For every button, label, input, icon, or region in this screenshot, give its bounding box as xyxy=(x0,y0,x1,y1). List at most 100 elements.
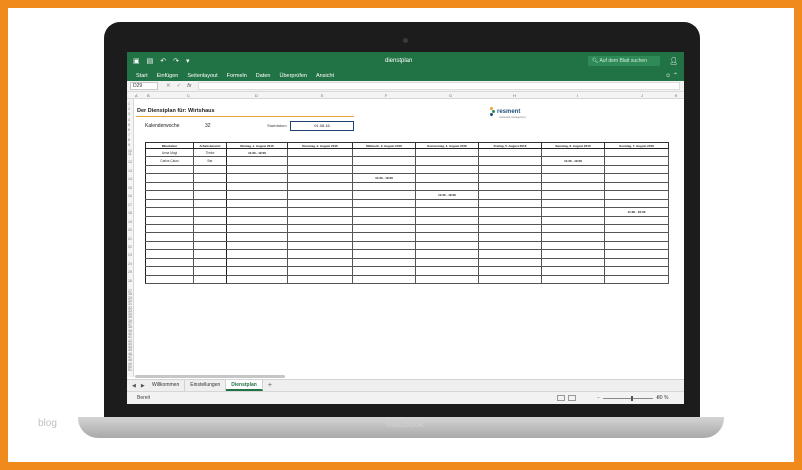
shift-cell[interactable] xyxy=(604,223,669,234)
shift-cell[interactable] xyxy=(287,215,353,225)
shift-cell[interactable] xyxy=(352,274,416,285)
shift-cell[interactable] xyxy=(415,257,479,268)
row-header[interactable]: 11 xyxy=(128,152,132,156)
tab-einstellungen[interactable]: Einstellungen xyxy=(185,380,227,391)
shift-cell[interactable] xyxy=(604,266,669,276)
shift-cell[interactable] xyxy=(604,249,669,259)
save-icon[interactable]: ▤ xyxy=(147,57,154,65)
shift-cell[interactable] xyxy=(604,257,669,268)
row-header[interactable]: 21 xyxy=(128,237,132,241)
zoom-slider[interactable] xyxy=(602,395,653,401)
shift-cell[interactable] xyxy=(604,240,669,251)
row-header[interactable]: 1 xyxy=(128,102,130,106)
shift-cell[interactable] xyxy=(415,223,479,234)
customize-icon[interactable]: ▾ xyxy=(186,57,190,65)
shift-cell[interactable] xyxy=(415,266,479,276)
shift-cell[interactable] xyxy=(352,257,416,268)
shift-cell[interactable] xyxy=(226,181,288,192)
row-header[interactable]: 13 xyxy=(128,169,132,173)
column-header[interactable]: J xyxy=(641,93,643,98)
shift-cell[interactable] xyxy=(415,232,479,242)
normal-view-icon[interactable] xyxy=(557,395,565,401)
shift-cell[interactable] xyxy=(478,147,542,158)
shift-cell[interactable] xyxy=(604,164,669,175)
row-header[interactable]: 5 xyxy=(128,123,130,127)
shift-cell[interactable] xyxy=(541,232,605,242)
undo-icon[interactable]: ↶ xyxy=(160,57,166,65)
column-header[interactable]: K xyxy=(675,93,678,98)
area-cell[interactable] xyxy=(193,198,227,209)
shift-cell[interactable] xyxy=(352,190,416,200)
row-header[interactable]: 25 xyxy=(128,270,132,274)
employee-cell[interactable] xyxy=(145,223,194,234)
shift-cell[interactable] xyxy=(478,240,542,251)
area-cell[interactable] xyxy=(193,181,227,192)
shift-cell[interactable] xyxy=(287,257,353,268)
employee-cell[interactable] xyxy=(145,173,194,183)
employee-cell[interactable] xyxy=(145,232,194,242)
row-header[interactable]: 3 xyxy=(128,112,130,116)
row-header[interactable]: 8 xyxy=(128,138,130,142)
shift-cell[interactable] xyxy=(604,190,669,200)
shift-cell[interactable] xyxy=(226,257,288,268)
area-cell[interactable] xyxy=(193,190,227,200)
employee-cell[interactable] xyxy=(145,190,194,200)
employee-cell[interactable] xyxy=(145,274,194,285)
tab-willkommen[interactable]: Willkommen xyxy=(147,380,186,391)
area-cell[interactable] xyxy=(193,274,227,285)
shift-cell[interactable] xyxy=(541,181,605,192)
row-header[interactable]: 17 xyxy=(128,203,132,207)
row-header[interactable]: 6 xyxy=(128,128,130,132)
shift-cell[interactable] xyxy=(478,274,542,285)
row-header[interactable]: 23 xyxy=(128,253,132,257)
row-header[interactable]: 22 xyxy=(128,245,132,249)
shift-cell[interactable] xyxy=(226,198,288,209)
employee-cell[interactable] xyxy=(145,164,194,175)
shift-cell[interactable] xyxy=(226,266,288,276)
shift-cell[interactable] xyxy=(541,147,605,158)
shift-cell[interactable] xyxy=(415,156,479,166)
row-header[interactable]: 15 xyxy=(128,186,132,190)
shift-cell[interactable] xyxy=(415,198,479,209)
area-cell[interactable] xyxy=(193,215,227,225)
shift-cell[interactable] xyxy=(287,181,353,192)
shift-cell[interactable] xyxy=(415,147,479,158)
sidebar-icon[interactable]: ▣ xyxy=(133,57,140,65)
horizontal-scrollbar[interactable] xyxy=(135,375,285,378)
area-cell[interactable] xyxy=(193,232,227,242)
shift-cell[interactable] xyxy=(604,181,669,192)
employee-cell[interactable] xyxy=(145,215,194,225)
shift-cell[interactable] xyxy=(352,215,416,225)
shift-cell[interactable] xyxy=(287,274,353,285)
shift-cell[interactable] xyxy=(287,173,353,183)
area-cell[interactable]: Bar xyxy=(193,156,227,166)
row-header[interactable]: 4 xyxy=(128,118,130,122)
tab-dienstplan[interactable]: Dienstplan xyxy=(226,380,263,391)
area-cell[interactable] xyxy=(193,164,227,175)
shift-cell[interactable] xyxy=(478,249,542,259)
shift-cell[interactable] xyxy=(352,266,416,276)
row-header[interactable]: 20 xyxy=(128,228,132,232)
shift-cell[interactable] xyxy=(541,198,605,209)
share-user-icon[interactable]: 👤︎ xyxy=(669,57,678,65)
shift-cell[interactable] xyxy=(604,274,669,285)
shift-cell[interactable] xyxy=(541,257,605,268)
shift-cell[interactable] xyxy=(226,223,288,234)
shift-cell[interactable] xyxy=(352,147,416,158)
shift-cell[interactable] xyxy=(352,240,416,251)
zoom-knob[interactable] xyxy=(630,395,633,401)
column-header[interactable]: F xyxy=(385,93,387,98)
area-cell[interactable] xyxy=(193,223,227,234)
area-cell[interactable] xyxy=(193,207,227,217)
shift-cell[interactable] xyxy=(352,249,416,259)
employee-cell[interactable]: Carlos Catzo xyxy=(145,156,194,166)
row-header[interactable]: 16 xyxy=(128,194,132,198)
shift-cell[interactable] xyxy=(415,240,479,251)
feedback-icon[interactable]: ☺ ⌃ xyxy=(665,72,678,79)
shift-cell[interactable] xyxy=(604,173,669,183)
shift-cell[interactable] xyxy=(287,198,353,209)
employee-cell[interactable] xyxy=(145,207,194,217)
row-header[interactable]: 9 xyxy=(128,143,130,147)
shift-cell[interactable] xyxy=(352,156,416,166)
shift-cell[interactable] xyxy=(541,240,605,251)
